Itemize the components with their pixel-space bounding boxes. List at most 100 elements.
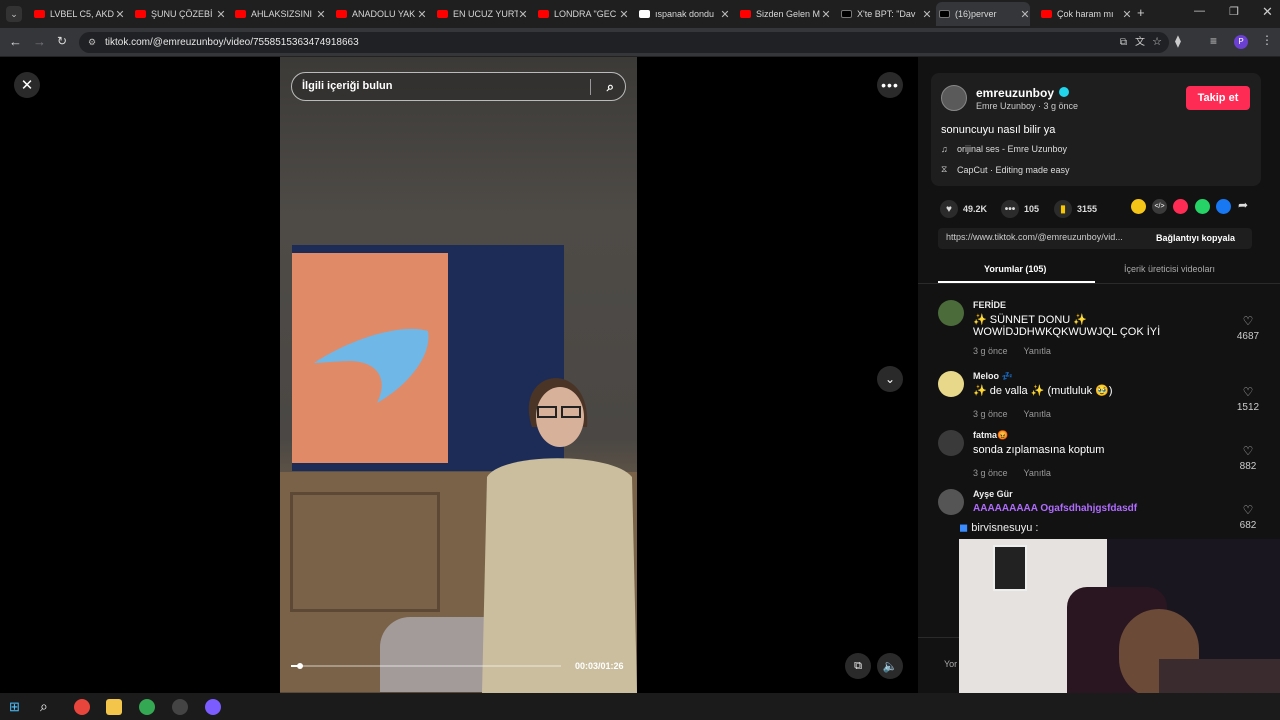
search-icon[interactable]: ⌕ — [607, 73, 614, 100]
tab-close-icon[interactable]: ✕ — [115, 8, 125, 21]
tab-title: ANADOLU YAK — [352, 9, 416, 19]
save-stat[interactable]: ▮ 3155 — [1054, 200, 1097, 218]
comment-avatar[interactable] — [938, 300, 964, 326]
browser-tab[interactable]: (16)perver ✕ — [936, 2, 1030, 26]
tab-close-icon[interactable]: ✕ — [216, 8, 226, 21]
browser-tab[interactable]: ıspanak dondu ✕ — [636, 2, 730, 26]
browser-tab[interactable]: ANADOLU YAK ✕ — [333, 2, 427, 26]
browser-tab[interactable]: LONDRA "GEC ✕ — [535, 2, 629, 26]
obs-icon[interactable] — [172, 699, 188, 715]
next-video-button[interactable]: ⌄ — [877, 366, 903, 392]
tab-search-button[interactable]: ⌄ — [6, 6, 22, 22]
browser-tab[interactable]: Sizden Gelen M ✕ — [737, 2, 831, 26]
music-row[interactable]: ♫ orijinal ses - Emre Uzunboy — [941, 144, 1067, 154]
comment-avatar[interactable] — [938, 489, 964, 515]
video-player[interactable]: İlgili içeriği bulun ⌕ 00:03/01:26 — [280, 57, 637, 693]
comment-like-button[interactable]: ♡ 1512 — [1228, 385, 1268, 413]
file-explorer-icon[interactable] — [106, 699, 122, 715]
more-options-button[interactable]: ••• — [877, 72, 903, 98]
close-window-button[interactable]: ✕ — [1262, 4, 1273, 20]
related-search-input[interactable]: İlgili içeriği bulun ⌕ — [291, 72, 626, 101]
browser-tab[interactable]: X'te BPT: "Dav ✕ — [838, 2, 932, 26]
tab-comments[interactable]: Yorumlar (105) — [984, 264, 1046, 274]
restore-button[interactable]: ❐ — [1229, 5, 1239, 18]
back-button[interactable]: ← — [9, 34, 22, 49]
comment-avatar[interactable] — [938, 371, 964, 397]
tab-creator-videos[interactable]: İçerik üreticisi videoları — [1124, 264, 1215, 274]
comment-like-button[interactable]: ♡ 4687 — [1228, 314, 1268, 342]
share-arrow-icon[interactable]: ➦ — [1238, 198, 1248, 212]
reply-button[interactable]: Yanıtla — [1024, 346, 1051, 356]
comment-author[interactable]: Ayşe Gür — [973, 489, 1013, 499]
comment-author[interactable]: FERİDE — [973, 300, 1006, 310]
tab-close-icon[interactable]: ✕ — [316, 8, 326, 21]
media-controls-icon[interactable]: ≡ — [1210, 34, 1217, 48]
copy-link-button[interactable]: Bağlantıyı kopyala — [1156, 228, 1235, 249]
browser-tab[interactable]: ŞUNU ÇÖZEBİ ✕ — [132, 2, 226, 26]
capcut-row[interactable]: ⧖ CapCut · Editing made easy — [941, 164, 1070, 175]
comment-input[interactable]: Yor — [944, 659, 957, 669]
new-tab-button[interactable]: + — [1137, 5, 1145, 20]
facebook-icon[interactable] — [1216, 199, 1231, 214]
taskbar-search-icon[interactable]: ⌕ — [40, 698, 48, 715]
url-bar[interactable]: ⚙ tiktok.com/@emreuzunboy/video/75585153… — [79, 32, 1169, 53]
reply-button[interactable]: Yanıtla — [1024, 409, 1051, 419]
like-stat[interactable]: ♥ 49.2K — [940, 200, 987, 218]
browser-tab[interactable]: EN UCUZ YURT ✕ — [434, 2, 528, 26]
comment-bubble-icon: ••• — [1001, 200, 1019, 218]
tab-close-icon[interactable]: ✕ — [619, 8, 629, 21]
video-progress-bar[interactable] — [291, 663, 561, 669]
chrome-icon[interactable] — [74, 699, 90, 715]
browser-tab[interactable]: LVBEL C5, AKD ✕ — [31, 2, 125, 26]
profile-avatar[interactable]: P — [1234, 35, 1248, 49]
volume-button[interactable]: 🔈 — [877, 653, 903, 679]
reply-button[interactable]: Yanıtla — [1024, 468, 1051, 478]
tab-close-icon[interactable]: ✕ — [1122, 8, 1132, 21]
creator-username[interactable]: emreuzunboy — [976, 86, 1054, 100]
comment-stat[interactable]: ••• 105 — [1001, 200, 1039, 218]
close-video-button[interactable]: ✕ — [14, 72, 40, 98]
browser-tab[interactable]: AHLAKSIZSINI ✕ — [232, 2, 326, 26]
creator-card: emreuzunboy Emre Uzunboy · 3 g önce Taki… — [931, 73, 1261, 186]
translate-icon[interactable]: 文 — [1135, 32, 1145, 53]
tab-close-icon[interactable]: ✕ — [720, 8, 730, 21]
reload-button[interactable]: ↻ — [57, 34, 67, 48]
site-info-icon[interactable]: ⚙ — [88, 32, 96, 53]
url-text: tiktok.com/@emreuzunboy/video/7558515363… — [105, 37, 359, 48]
comment-text: ✨ de valla ✨ (mutluluk 🥹) — [973, 385, 1113, 397]
repost-icon[interactable] — [1131, 199, 1146, 214]
pip-button[interactable]: ⧉ — [845, 653, 871, 679]
extensions-icon[interactable]: ⧫ — [1175, 34, 1181, 48]
stream-chat-overlay: AAAAAAAAA Ogafsdhahjgsfdasdf — [973, 503, 1137, 514]
forward-button[interactable]: → — [33, 34, 46, 49]
comment-author[interactable]: Meloo 💤 — [973, 371, 1013, 382]
embed-icon[interactable]: </> — [1152, 199, 1167, 214]
comment-like-button[interactable]: ♡ 682 — [1228, 503, 1268, 531]
tab-close-icon[interactable]: ✕ — [1020, 8, 1030, 21]
share-link-text[interactable]: https://www.tiktok.com/@emreuzunboy/vid.… — [946, 232, 1141, 242]
creator-avatar[interactable] — [941, 85, 967, 111]
send-to-friend-icon[interactable] — [1173, 199, 1188, 214]
video-person — [482, 378, 637, 693]
bookmark-star-icon[interactable]: ☆ — [1152, 32, 1162, 53]
heart-icon: ♥ — [940, 200, 958, 218]
whatsapp-icon[interactable] — [1195, 199, 1210, 214]
tab-close-icon[interactable]: ✕ — [518, 8, 528, 21]
comment-avatar[interactable] — [938, 430, 964, 456]
install-app-icon[interactable]: ⧉ — [1120, 32, 1127, 53]
heart-outline-icon: ♡ — [1242, 314, 1254, 328]
minimize-button[interactable]: — — [1194, 5, 1205, 17]
tab-close-icon[interactable]: ✕ — [922, 8, 932, 21]
follow-button[interactable]: Takip et — [1186, 86, 1250, 110]
browser-tab[interactable]: Çok haram mı ✕ — [1038, 2, 1132, 26]
app-icon[interactable] — [205, 699, 221, 715]
tab-title: EN UCUZ YURT — [453, 9, 518, 19]
tab-close-icon[interactable]: ✕ — [821, 8, 831, 21]
tab-close-icon[interactable]: ✕ — [417, 8, 427, 21]
browser-menu-icon[interactable]: ⋮ — [1261, 33, 1273, 47]
chrome-active-icon[interactable] — [139, 699, 155, 715]
heart-outline-icon: ♡ — [1242, 503, 1254, 517]
comment-author[interactable]: fatma😡 — [973, 430, 1008, 441]
comment-like-button[interactable]: ♡ 882 — [1228, 444, 1268, 472]
windows-start-icon[interactable]: ⊞ — [9, 699, 20, 715]
